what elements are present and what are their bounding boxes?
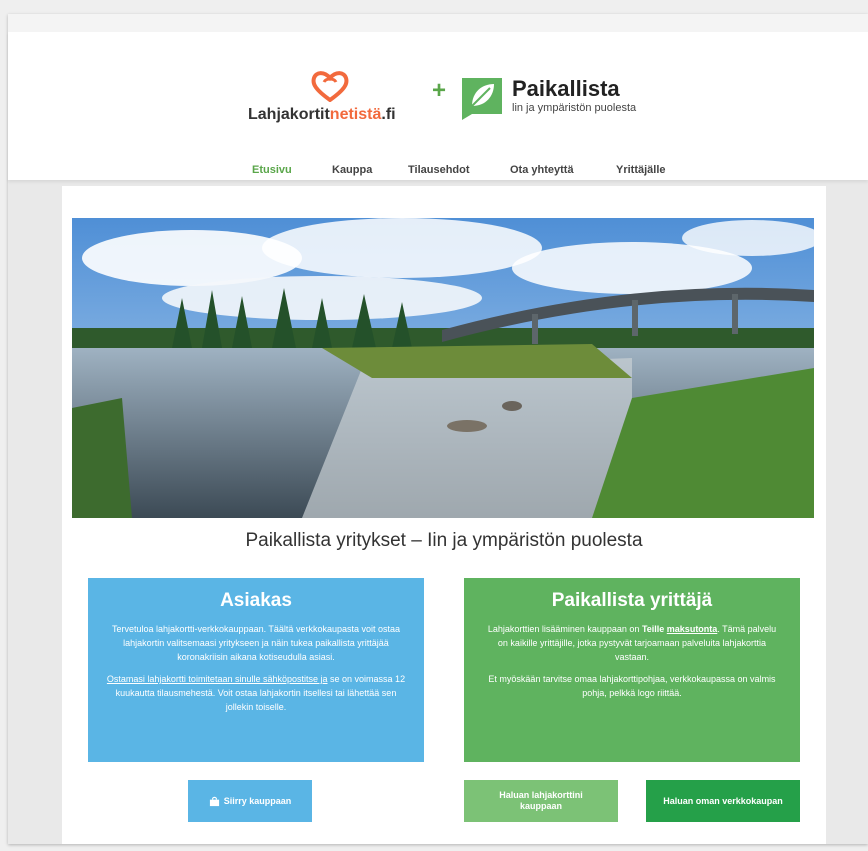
entrepreneur-card-text-2: Et myöskään tarvitse omaa lahjakorttipoh… (488, 674, 776, 698)
go-to-shop-button[interactable]: Siirry kauppaan (188, 780, 312, 822)
nav-item-ota-yhteytta[interactable]: Ota yhteyttä (510, 158, 574, 188)
nav-item-tilausehdot[interactable]: Tilausehdot (408, 158, 470, 188)
plus-sign: + (432, 77, 447, 104)
nav-item-yrittajalle[interactable]: Yrittäjälle (616, 158, 666, 188)
leaf-logo-icon (462, 78, 502, 120)
customer-card-text-2: Ostamasi lahjakortti toimitetaan sinulle… (106, 674, 406, 712)
logo1-text: Lahjakortitnetistä.fi (248, 106, 396, 123)
entrepreneur-card-title: Paikallista yrittäjä (551, 590, 713, 611)
maksutonta-link[interactable]: maksutonta (667, 624, 718, 634)
hero-image (72, 218, 814, 518)
entrepreneur-card: Paikallista yrittäjä Lahjakorttien lisää… (464, 578, 800, 762)
gift-card-to-shop-button[interactable]: Haluan lahjakorttini kauppaan (464, 780, 618, 822)
paikallista-logo[interactable]: Paikallista lin ja ympäristön puolesta (458, 74, 668, 126)
main-content: Paikallista yritykset – Iin ja ympäristö… (62, 186, 826, 844)
own-web-shop-button[interactable]: Haluan oman verkkokaupan (646, 780, 800, 822)
lahjakortit-logo[interactable]: Lahjakortitnetistä.fi (248, 70, 428, 126)
customer-card-link[interactable]: Ostamasi lahjakortti toimitetaan sinulle… (107, 674, 328, 684)
site-header: Lahjakortitnetistä.fi + Paikallista lin … (8, 32, 868, 190)
customer-card: Asiakas Tervetuloa lahjakortti-verkkokau… (88, 578, 424, 762)
nav-item-kauppa[interactable]: Kauppa (332, 158, 372, 188)
entrepreneur-card-text: Lahjakorttien lisääminen kauppaan on Tei… (487, 624, 777, 662)
customer-card-title: Asiakas (220, 590, 292, 611)
logo2-tagline: lin ja ympäristön puolesta (512, 102, 637, 114)
heart-logo-icon (311, 71, 349, 102)
page-headline: Paikallista yritykset – Iin ja ympäristö… (245, 530, 643, 551)
customer-card-text: Tervetuloa lahjakortti-verkkokauppaan. T… (112, 624, 400, 662)
top-strip (8, 14, 868, 32)
logo2-name: Paikallista (512, 76, 620, 101)
shopping-bag-icon (209, 796, 219, 806)
browser-page: Lahjakortitnetistä.fi + Paikallista lin … (8, 14, 868, 844)
